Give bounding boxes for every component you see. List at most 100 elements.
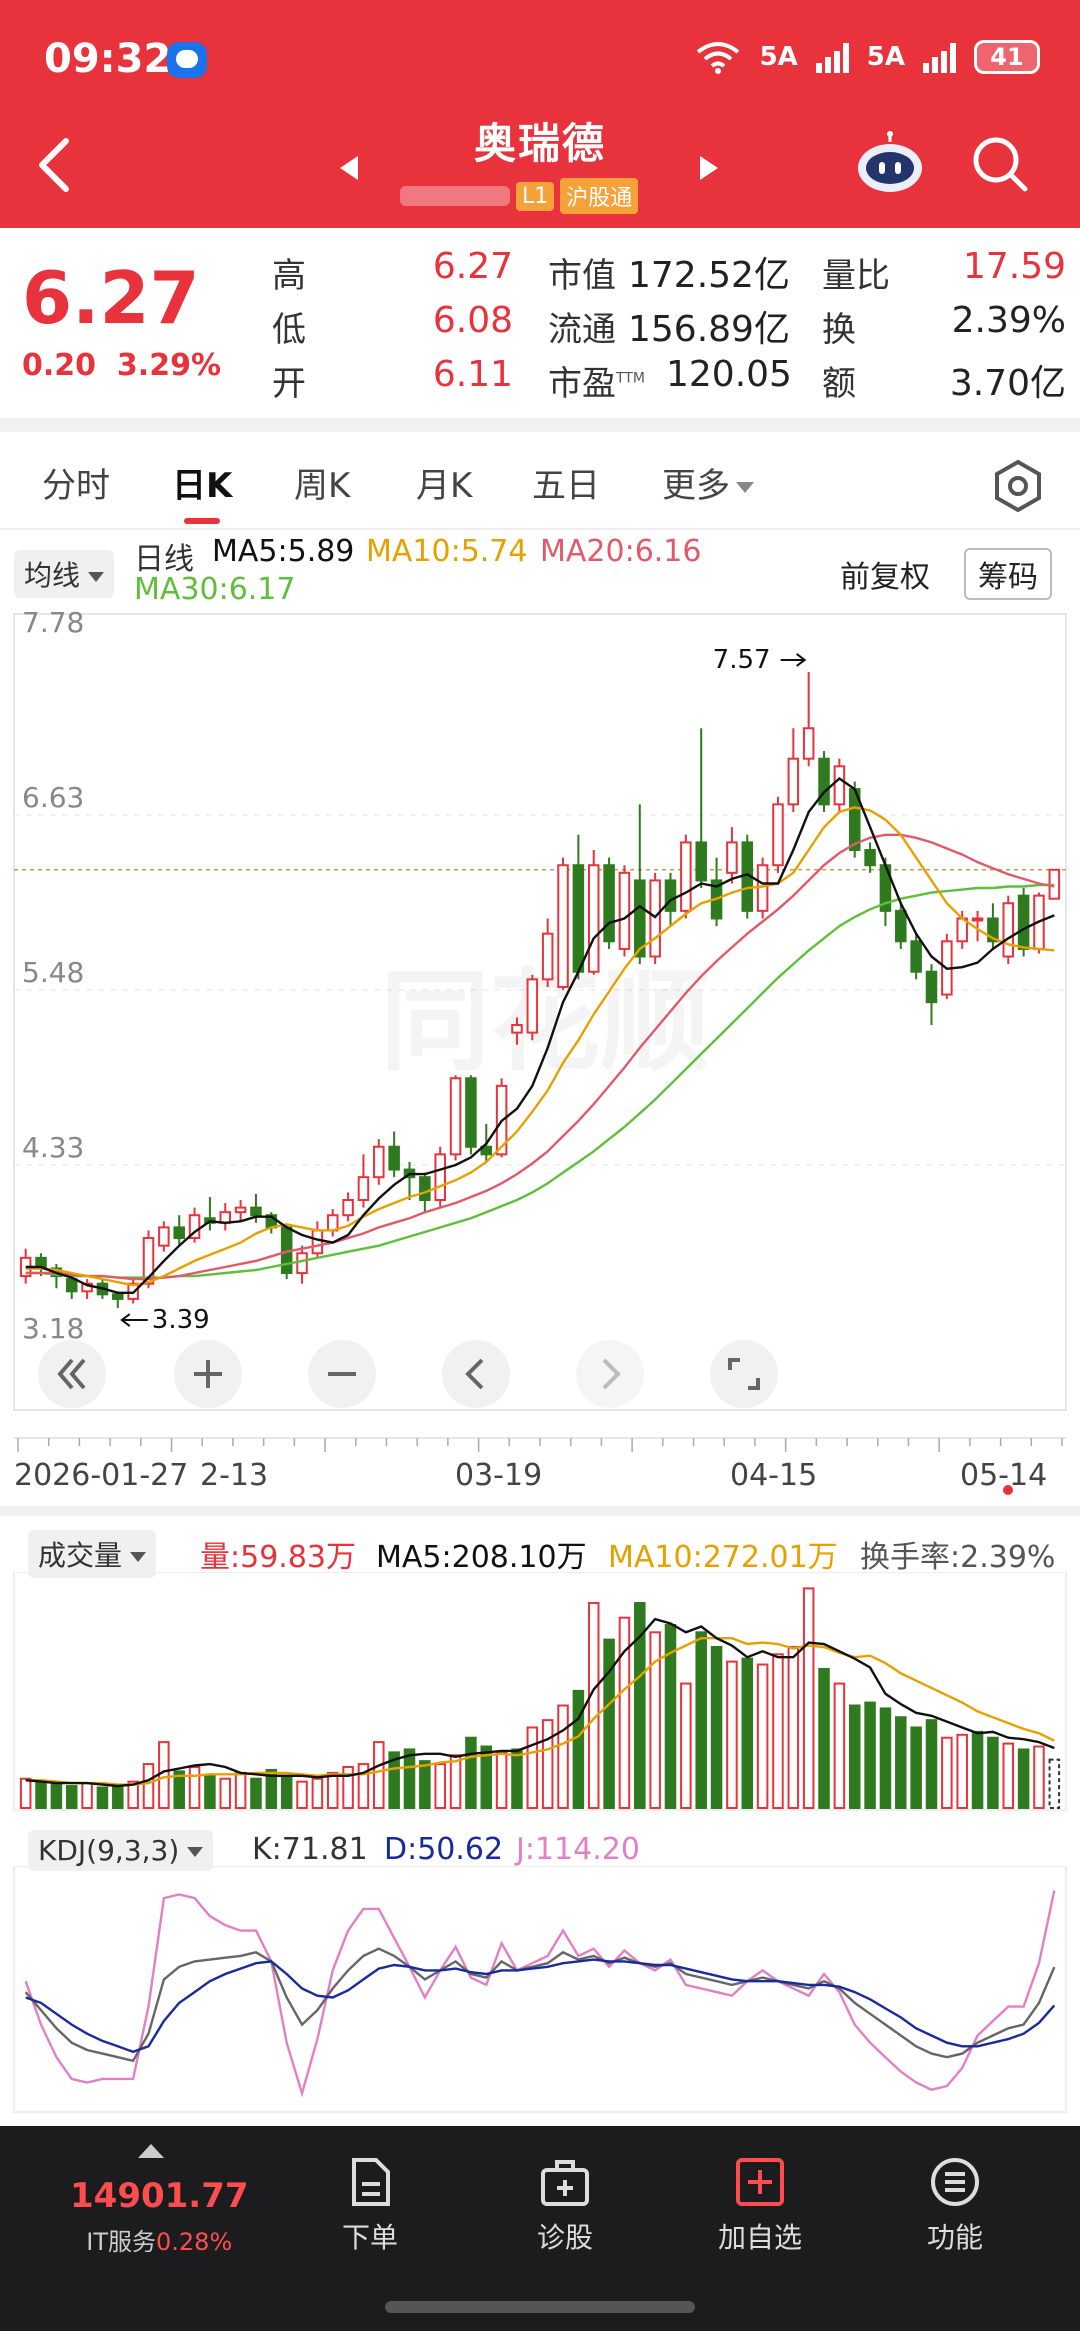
tab-weekly-k[interactable]: 周K <box>294 458 350 507</box>
volume-bar <box>772 1653 784 1810</box>
volratio-label: 量比 <box>822 256 890 296</box>
candle-body <box>864 849 876 867</box>
chevron-down-icon <box>187 1847 204 1857</box>
candlestick-chart[interactable]: 同花顺 7.786.635.484.333.18 7.573.39 <box>0 600 1080 1530</box>
scroll-left-button[interactable] <box>38 1340 106 1408</box>
search-icon[interactable] <box>970 134 1030 194</box>
arrow-right-icon <box>780 653 807 667</box>
volume-bar <box>419 1760 431 1810</box>
volume-dropdown-label: 成交量 <box>38 1539 123 1572</box>
tab-more-label: 更多 <box>662 466 730 506</box>
low-annotation: 3.39 <box>152 1305 210 1335</box>
volume-bar <box>848 1704 861 1809</box>
mktcap-label: 市值 <box>548 256 616 296</box>
pe-ttm-sup: TTM <box>616 370 645 387</box>
signal-icon-1 <box>815 41 849 73</box>
candle-body <box>726 841 738 874</box>
volume-chart[interactable] <box>0 1572 1080 1812</box>
candle-body <box>756 864 769 912</box>
volume-bar <box>895 1716 907 1809</box>
change-pct: 3.29% <box>116 348 221 383</box>
fullscreen-button[interactable] <box>710 1340 778 1408</box>
next-candle-button[interactable] <box>576 1340 644 1408</box>
candle-body <box>449 1077 462 1156</box>
volume-bar <box>465 1736 477 1810</box>
medkit-icon <box>541 2160 589 2206</box>
candle-body <box>971 917 984 922</box>
float-value: 156.89亿 <box>628 309 790 350</box>
tab-more[interactable]: 更多 <box>662 458 754 507</box>
volume-bar <box>326 1771 339 1810</box>
battery-icon: 41 <box>974 40 1040 74</box>
y-tick-label: 6.63 <box>22 781 84 814</box>
volume-dropdown[interactable]: 成交量 <box>28 1530 157 1578</box>
float-label: 流通 <box>548 310 616 350</box>
volume-bar <box>572 1689 585 1809</box>
volume-bar <box>449 1754 462 1809</box>
candle-body <box>603 864 615 943</box>
function-label: 功能 <box>926 2221 983 2254</box>
order-button[interactable]: 下单 <box>310 2156 430 2256</box>
candle-body <box>802 727 815 760</box>
candle-body <box>680 841 692 912</box>
candle-body <box>664 879 677 912</box>
index-name: IT服务 <box>86 2228 157 2256</box>
volume-bar <box>296 1780 308 1810</box>
volume-bar <box>541 1719 554 1809</box>
robot-assistant-icon[interactable] <box>855 130 925 194</box>
indicator-dropdown[interactable]: 均线 <box>14 550 115 598</box>
back-icon[interactable] <box>30 135 80 195</box>
tab-five-day[interactable]: 五日 <box>532 458 600 507</box>
candle-body <box>910 940 922 973</box>
turnover-rate-text: 换手率:2.39% <box>860 1540 1056 1575</box>
volume-bar <box>188 1766 201 1809</box>
candle-body <box>357 1176 370 1201</box>
header: 09:32 5A 5A 41 奥瑞德 L1 沪股通 <box>0 0 1080 228</box>
chip-button[interactable]: 筹码 <box>964 548 1052 600</box>
volume-bar <box>526 1726 539 1809</box>
prev-candle-button[interactable] <box>442 1340 510 1408</box>
next-stock-icon[interactable] <box>700 156 718 180</box>
volume-bar <box>787 1645 800 1809</box>
candle-body <box>373 1145 385 1179</box>
candle-body <box>419 1176 431 1201</box>
volume-bar <box>879 1707 892 1809</box>
expand-up-icon[interactable] <box>136 2142 166 2160</box>
diagnose-button[interactable]: 诊股 <box>505 2156 625 2256</box>
candle-body <box>219 1211 232 1224</box>
candle-body <box>511 1024 523 1034</box>
battery-level: 41 <box>990 43 1024 71</box>
volume-bar <box>112 1785 124 1809</box>
zoom-out-button[interactable] <box>308 1340 376 1408</box>
volume-bar <box>495 1751 508 1809</box>
volume-bar <box>142 1763 155 1809</box>
low-label: 低 <box>272 310 306 350</box>
candle-body <box>342 1199 354 1217</box>
candle-body <box>173 1226 185 1240</box>
candle-body <box>250 1206 262 1217</box>
adjust-mode[interactable]: 前复权 <box>840 552 930 596</box>
candle-body <box>112 1293 124 1300</box>
volume-bar <box>35 1780 47 1810</box>
divider <box>0 1506 1080 1516</box>
tab-intraday[interactable]: 分时 <box>42 458 110 507</box>
candle-body <box>326 1214 339 1232</box>
candle-body <box>695 841 707 882</box>
tab-monthly-k[interactable]: 月K <box>416 458 472 507</box>
divider <box>0 528 1080 530</box>
volume-bar <box>756 1663 769 1809</box>
index-ticker[interactable]: 14901.77 IT服务0.28% <box>70 2176 249 2257</box>
zoom-in-button[interactable] <box>174 1340 242 1408</box>
settings-icon[interactable] <box>990 458 1046 514</box>
tab-daily-k[interactable]: 日K <box>172 458 232 507</box>
candle-body <box>296 1252 308 1275</box>
volume-bar <box>987 1736 999 1810</box>
kdj-chart[interactable] <box>0 1866 1080 2116</box>
home-indicator[interactable] <box>385 2301 695 2313</box>
volume-bar <box>833 1682 846 1809</box>
function-button[interactable]: 功能 <box>895 2156 1015 2256</box>
candle-body <box>895 909 907 943</box>
volume-bar <box>695 1631 707 1810</box>
add-watchlist-button[interactable]: 加自选 <box>700 2156 820 2256</box>
kdj-dropdown[interactable]: KDJ(9,3,3) <box>28 1830 214 1871</box>
